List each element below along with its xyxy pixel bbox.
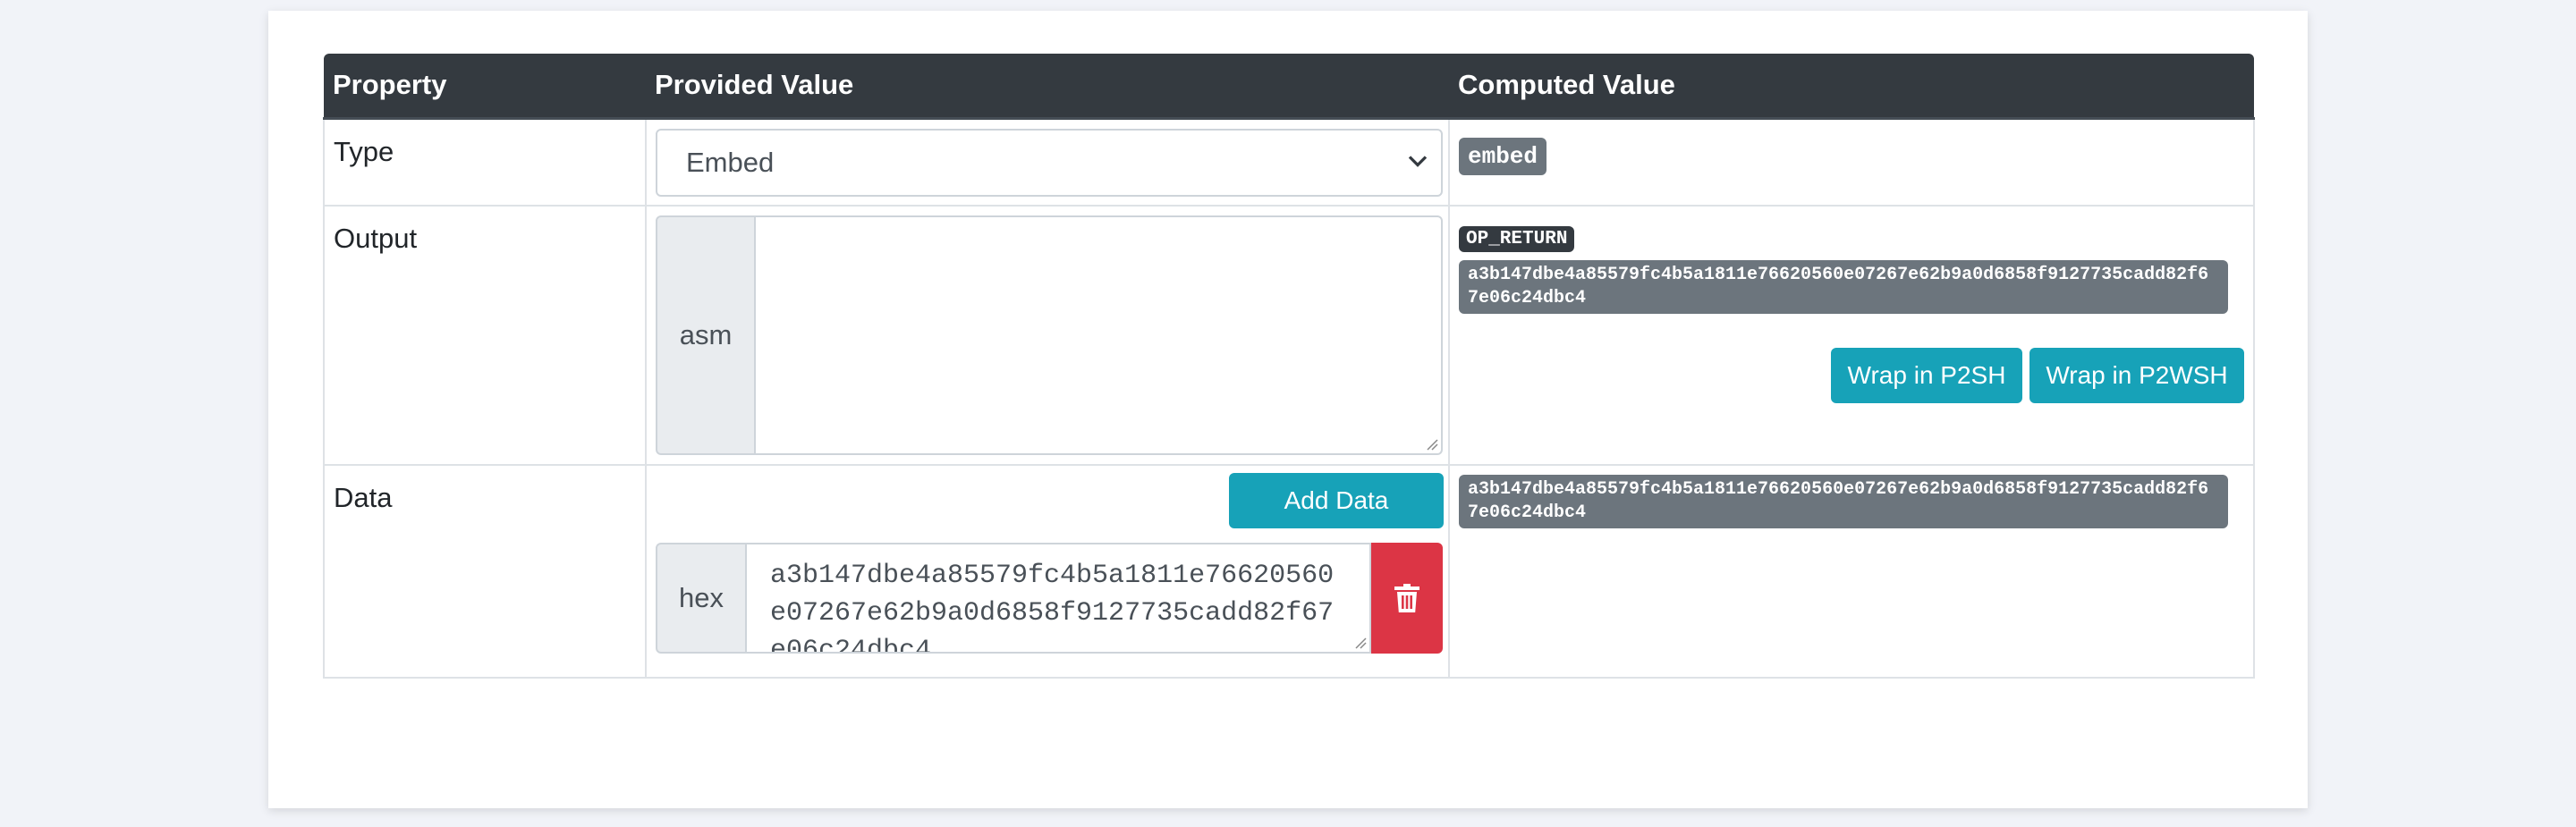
trash-icon (1394, 584, 1419, 612)
add-data-button[interactable]: Add Data (1229, 473, 1444, 528)
output-provided-cell: asm (645, 205, 1450, 466)
table-row-data: Data Add Data hex a3b147dbe4a85579fc4b5a… (323, 464, 2255, 679)
content-card: Property Provided Value Computed Value T… (268, 11, 2308, 808)
type-select[interactable]: Embed (656, 128, 1443, 197)
output-label: Output (323, 205, 647, 466)
header-computed-value: Computed Value (1449, 54, 2254, 120)
type-provided-cell: Embed (645, 117, 1450, 207)
output-computed-cell: OP_RETURN a3b147dbe4a85579fc4b5a1811e766… (1448, 205, 2255, 466)
type-computed-cell: embed (1448, 117, 2255, 207)
hex-addon: hex (656, 543, 747, 654)
header-provided-value: Provided Value (646, 54, 1449, 120)
asm-textarea[interactable] (756, 215, 1443, 455)
opcode-badge: OP_RETURN (1459, 226, 1575, 252)
hex-input-group: hex a3b147dbe4a85579fc4b5a1811e76620560e… (656, 543, 1443, 654)
table-row-type: Type Embed embed (323, 117, 2255, 207)
type-select-value: Embed (686, 146, 775, 178)
properties-table: Property Provided Value Computed Value T… (323, 54, 2255, 679)
table-header-row: Property Provided Value Computed Value (324, 54, 2254, 120)
wrap-p2sh-button[interactable]: Wrap in P2SH (1831, 348, 2022, 403)
data-computed-badge: a3b147dbe4a85579fc4b5a1811e76620560e0726… (1459, 475, 2228, 528)
asm-input-group: asm (656, 215, 1443, 455)
type-computed-badge: embed (1459, 137, 1547, 175)
data-computed-cell: a3b147dbe4a85579fc4b5a1811e76620560e0726… (1448, 464, 2255, 679)
table-row-output: Output asm OP_RETURN a3b147dbe4a85579fc4… (323, 205, 2255, 466)
wrap-p2wsh-button[interactable]: Wrap in P2WSH (2029, 348, 2244, 403)
output-data-badge: a3b147dbe4a85579fc4b5a1811e76620560e0726… (1459, 260, 2228, 314)
data-provided-cell: Add Data hex a3b147dbe4a85579fc4b5a1811e… (645, 464, 1450, 679)
data-label: Data (323, 464, 647, 679)
hex-value: a3b147dbe4a85579fc4b5a1811e76620560e0726… (770, 561, 1335, 652)
delete-data-button[interactable] (1371, 543, 1443, 654)
type-label: Type (323, 117, 647, 207)
asm-addon: asm (656, 215, 756, 455)
chevron-down-icon (1408, 155, 1428, 167)
resize-grip-icon[interactable] (1424, 436, 1438, 451)
hex-textarea[interactable]: a3b147dbe4a85579fc4b5a1811e76620560e0726… (747, 543, 1371, 654)
resize-grip-icon[interactable] (1352, 635, 1367, 649)
header-property: Property (324, 54, 646, 120)
